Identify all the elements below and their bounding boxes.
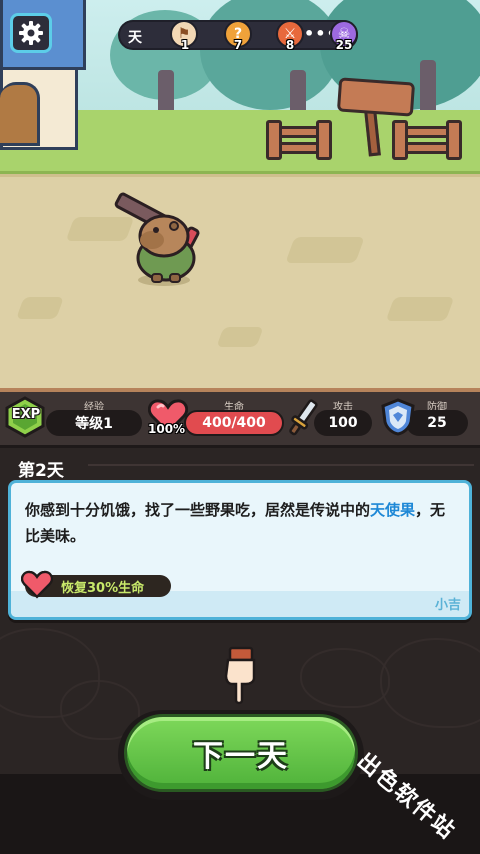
stat-hp: 生命 400/400	[184, 398, 284, 442]
effect-label: 恢复30%生命	[61, 581, 145, 596]
capybara-hero-icon	[114, 192, 200, 286]
event-highlight: 天使果	[370, 501, 416, 519]
player-stats-bar: EXP 经验 等级1 生命 400/400 100% 攻击 100 防御 25	[0, 388, 480, 448]
event-card: 你感到十分饥饿，找了一些野果吃，居然是传说中的天使果，无比美味。 恢复30%生命…	[8, 480, 472, 620]
event-day-title: 第2天	[18, 461, 64, 481]
stage-count: 1	[180, 38, 190, 52]
fence-post	[446, 120, 462, 160]
heart-icon	[21, 570, 53, 599]
stat-attack-value: 100	[314, 410, 372, 436]
fence-post	[316, 120, 332, 160]
settings-button[interactable]	[10, 13, 52, 53]
signpost	[336, 77, 416, 117]
next-day-button[interactable]: 下一天	[124, 714, 358, 792]
event-panel: 第2天 你感到十分饥饿，找了一些野果吃，居然是传说中的天使果，无比美味。 恢复3…	[0, 448, 480, 854]
stat-exp-value: 等级1	[46, 410, 142, 436]
npc-name: 小吉	[434, 598, 461, 613]
stage-count: 8	[285, 38, 295, 52]
shield-icon	[381, 398, 415, 436]
hp-percent: 100%	[148, 422, 186, 436]
house-door	[0, 82, 40, 146]
stage-count: 7	[233, 38, 243, 52]
stat-hp-value: 400/400	[184, 410, 284, 436]
event-description: 你感到十分饥饿，找了一些野果吃，居然是传说中的天使果，无比美味。	[25, 497, 457, 549]
next-day-label: 下一天	[193, 739, 289, 774]
stage-count: 25	[335, 38, 353, 52]
road	[0, 174, 480, 388]
stat-attack: 攻击 100	[314, 398, 372, 442]
sword-icon	[289, 399, 318, 436]
event-text: 你感到十分饥饿，找了一些野果吃，居然是传说中的	[25, 501, 371, 519]
exp-badge-label: EXP	[11, 407, 41, 422]
day-label: 天	[128, 30, 142, 46]
day-progress-bar: 天 ⚑ 1 ? 7 ⚔ 8 ••• ☠ 25	[118, 20, 358, 52]
fence-post	[392, 120, 408, 160]
stat-exp: 经验 等级1	[46, 398, 142, 442]
game-scene: 天 ⚑ 1 ? 7 ⚔ 8 ••• ☠ 25	[0, 0, 480, 388]
pointing-hand-icon	[224, 646, 256, 705]
gear-icon	[19, 21, 43, 45]
divider	[88, 464, 474, 466]
fence-post	[266, 120, 282, 160]
